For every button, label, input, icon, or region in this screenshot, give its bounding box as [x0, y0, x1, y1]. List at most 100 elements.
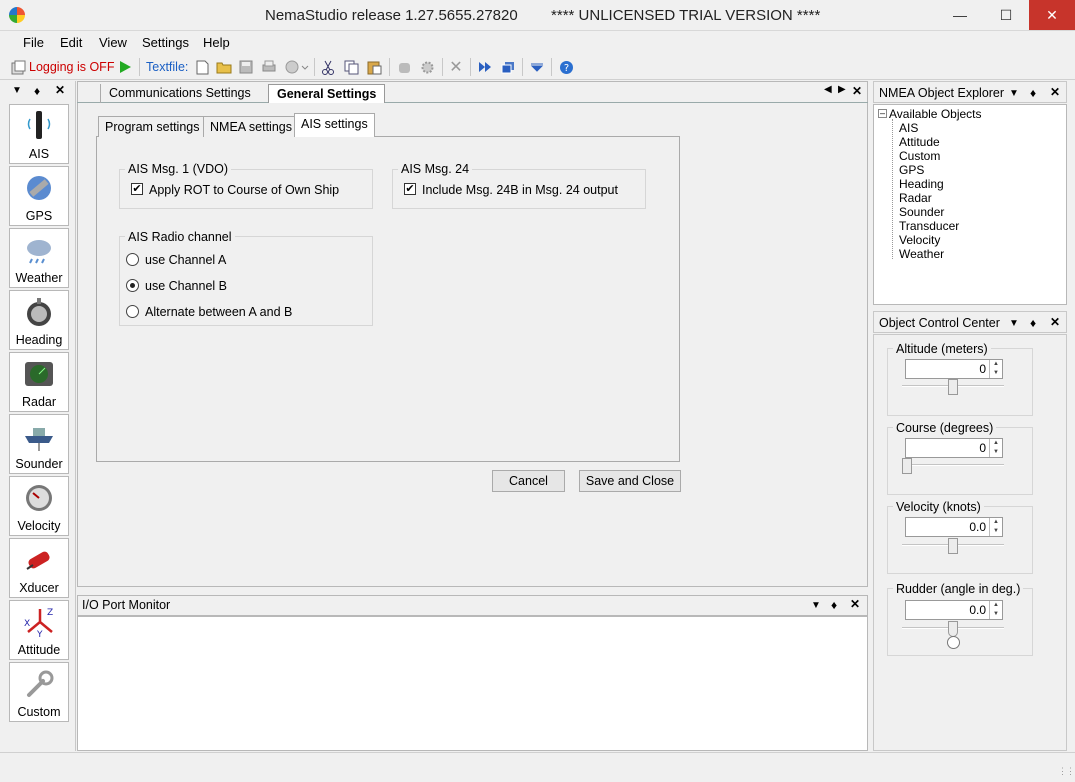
tab-nmea-settings[interactable]: NMEA settings [203, 116, 299, 137]
paste-icon[interactable] [366, 59, 382, 75]
spinner-arrows-icon[interactable]: ▲ ▼ [989, 601, 1002, 619]
dropdown-icon[interactable]: ▼ [1009, 88, 1019, 99]
menu-edit[interactable]: Edit [60, 35, 82, 50]
resize-grip-icon[interactable]: ⋮⋮ [1058, 766, 1075, 777]
pin-icon[interactable]: ♦ [831, 598, 837, 612]
close-icon[interactable]: ✕ [850, 597, 860, 611]
textfile-label: Textfile: [146, 60, 189, 74]
svg-text:?: ? [563, 63, 568, 74]
play-icon[interactable] [117, 59, 133, 75]
control-title: Object Control Center [879, 316, 1000, 330]
io-monitor-output[interactable] [77, 616, 868, 751]
dropdown-icon[interactable]: ▼ [811, 600, 821, 611]
tree-item-ais[interactable]: AIS [899, 121, 918, 135]
maximize-button[interactable]: ☐ [983, 0, 1029, 30]
include-msg24b-checkbox[interactable]: ✔ [404, 183, 416, 195]
hand-icon[interactable] [396, 59, 412, 75]
minimize-button[interactable]: — [937, 0, 983, 30]
altitude-slider-thumb[interactable] [948, 379, 958, 395]
tool-gps[interactable]: GPS [9, 166, 69, 226]
tree-item-custom[interactable]: Custom [899, 149, 940, 163]
velocity-spinner[interactable]: 0.0 ▲ ▼ [905, 517, 1003, 537]
tree-item-gps[interactable]: GPS [899, 163, 924, 177]
menu-settings[interactable]: Settings [142, 35, 189, 50]
fast-forward-icon[interactable] [477, 59, 493, 75]
scroll-left-icon[interactable]: ◀ [824, 84, 832, 95]
spinner-arrows-icon[interactable]: ▲ ▼ [989, 360, 1002, 378]
course-value: 0 [979, 441, 986, 455]
alternate-radio[interactable] [126, 305, 139, 318]
tool-custom[interactable]: Custom [9, 662, 69, 722]
tree-item-heading[interactable]: Heading [899, 177, 944, 191]
save-icon[interactable] [238, 59, 254, 75]
open-folder-icon[interactable] [216, 59, 232, 75]
tree-item-attitude[interactable]: Attitude [899, 135, 940, 149]
app-icon[interactable] [9, 7, 25, 23]
tree-item-radar[interactable]: Radar [899, 191, 932, 205]
channel-a-radio[interactable] [126, 253, 139, 266]
scroll-right-icon[interactable]: ▶ [838, 84, 846, 95]
tool-sounder[interactable]: Sounder [9, 414, 69, 474]
course-spinner[interactable]: 0 ▲ ▼ [905, 438, 1003, 458]
rudder-group [887, 588, 1033, 656]
rudder-knob-icon[interactable] [947, 636, 960, 649]
copy-icon[interactable] [343, 59, 359, 75]
menu-help[interactable]: Help [203, 35, 230, 50]
transducer-icon [23, 544, 55, 576]
close-icon[interactable]: ✕ [55, 83, 65, 97]
tool-heading[interactable]: Heading [9, 290, 69, 350]
pin-icon[interactable]: ♦ [1030, 316, 1036, 330]
cancel-button[interactable]: Cancel [492, 470, 565, 492]
tool-xducer[interactable]: Xducer [9, 538, 69, 598]
tool-attitude[interactable]: ZXY Attitude [9, 600, 69, 660]
new-file-icon[interactable] [194, 59, 210, 75]
tab-ais-settings[interactable]: AIS settings [294, 113, 375, 137]
tree-item-weather[interactable]: Weather [899, 247, 944, 261]
dropdown-icon[interactable]: ▼ [12, 85, 22, 96]
rudder-slider-thumb[interactable] [948, 621, 958, 637]
tree-item-transducer[interactable]: Transducer [899, 219, 959, 233]
tool-radar[interactable]: Radar [9, 352, 69, 412]
spinner-arrows-icon[interactable]: ▲ ▼ [989, 518, 1002, 536]
pin-icon[interactable]: ♦ [34, 84, 40, 98]
delete-icon[interactable]: ✕ [448, 59, 464, 76]
logging-icon[interactable] [10, 59, 26, 75]
tree-item-sounder[interactable]: Sounder [899, 205, 944, 219]
globe-dropdown-icon[interactable] [285, 59, 309, 75]
tool-weather[interactable]: Weather [9, 228, 69, 288]
collapse-icon[interactable]: – [878, 109, 887, 118]
menu-view[interactable]: View [99, 35, 127, 50]
apply-rot-label: Apply ROT to Course of Own Ship [149, 183, 340, 197]
close-icon[interactable]: ✕ [1050, 315, 1060, 329]
chevron-down-icon[interactable] [529, 59, 545, 75]
close-window-button[interactable]: ✕ [1029, 0, 1075, 30]
help-icon[interactable]: ? [558, 59, 574, 75]
channel-b-radio[interactable] [126, 279, 139, 292]
channel-a-label: use Channel A [145, 253, 227, 267]
save-and-close-button[interactable]: Save and Close [579, 470, 681, 492]
close-icon[interactable]: ✕ [1050, 85, 1060, 99]
tab-general-settings[interactable]: General Settings [268, 84, 386, 103]
course-slider-thumb[interactable] [902, 458, 912, 474]
windows-icon[interactable] [500, 59, 516, 75]
print-icon[interactable] [261, 59, 277, 75]
rudder-spinner[interactable]: 0.0 ▲ ▼ [905, 600, 1003, 620]
tree-root[interactable]: Available Objects [889, 107, 982, 121]
tool-ais[interactable]: AIS [9, 104, 69, 164]
tree-item-velocity[interactable]: Velocity [899, 233, 940, 247]
close-icon[interactable]: ✕ [852, 84, 862, 98]
altitude-spinner[interactable]: 0 ▲ ▼ [905, 359, 1003, 379]
tab-program-settings[interactable]: Program settings [98, 116, 207, 137]
apply-rot-checkbox[interactable]: ✔ [131, 183, 143, 195]
dropdown-icon[interactable]: ▼ [1009, 318, 1019, 329]
tool-velocity[interactable]: Velocity [9, 476, 69, 536]
velocity-slider-thumb[interactable] [948, 538, 958, 554]
course-slider-track[interactable] [902, 464, 1004, 466]
tab-communications-settings[interactable]: Communications Settings [100, 84, 259, 103]
cut-icon[interactable] [320, 59, 336, 75]
spinner-arrows-icon[interactable]: ▲ ▼ [989, 439, 1002, 457]
pin-icon[interactable]: ♦ [1030, 86, 1036, 100]
ais-msg24-title: AIS Msg. 24 [398, 162, 473, 176]
gear-icon[interactable] [419, 59, 435, 75]
menu-file[interactable]: File [23, 35, 44, 50]
